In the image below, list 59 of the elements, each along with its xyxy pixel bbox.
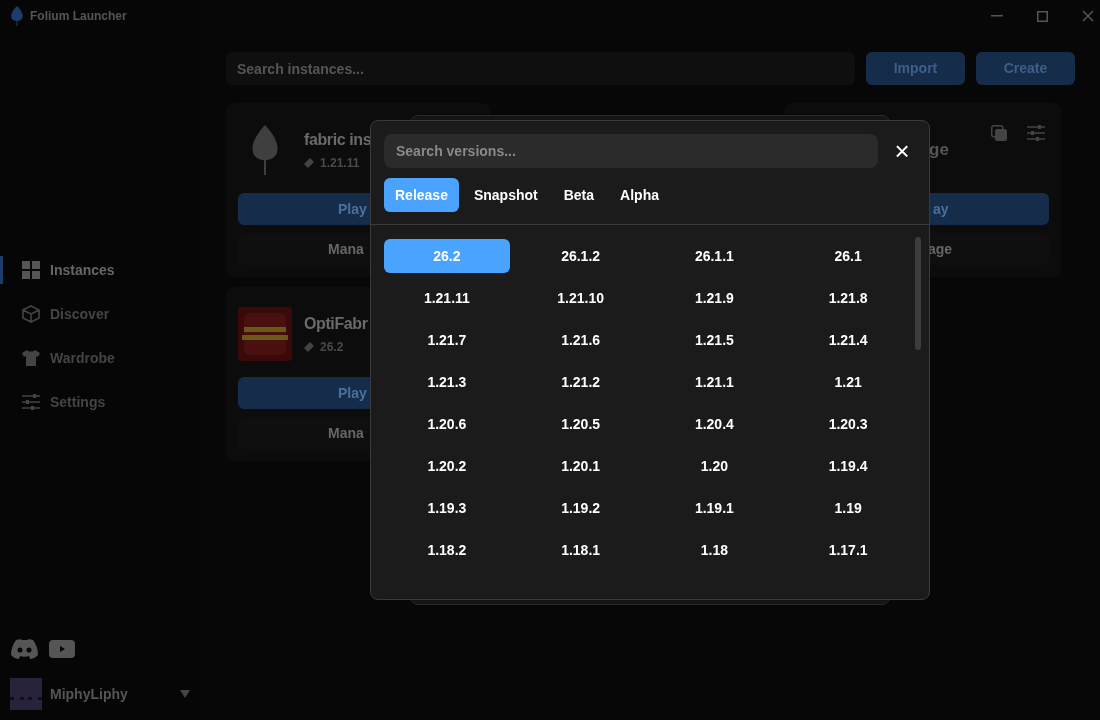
version-option[interactable]: 26.1.1	[651, 239, 778, 273]
copy-icon[interactable]	[991, 125, 1007, 141]
version-option[interactable]: 1.21.5	[651, 323, 778, 357]
version-option[interactable]: 1.19.3	[384, 491, 510, 525]
avatar[interactable]	[10, 678, 42, 710]
sliders-icon	[22, 394, 40, 410]
version-option[interactable]: 1.21.6	[517, 323, 644, 357]
maximize-icon[interactable]	[1037, 10, 1048, 22]
version-option[interactable]: 1.17.1	[785, 533, 911, 567]
version-option[interactable]: 1.21.11	[384, 281, 510, 315]
version-tab[interactable]: Beta	[552, 178, 606, 212]
close-button[interactable]: ×	[890, 139, 914, 163]
close-icon[interactable]	[1082, 10, 1094, 22]
version-option[interactable]: 1.19.1	[651, 491, 778, 525]
version-option[interactable]: 1.19.2	[517, 491, 644, 525]
shirt-icon	[22, 350, 40, 366]
instance-name: ge	[929, 139, 949, 161]
version-option[interactable]: 1.21.1	[651, 365, 778, 399]
version-option[interactable]: 26.1.2	[517, 239, 644, 273]
tag-icon	[304, 342, 314, 352]
version-option[interactable]: 1.21.10	[517, 281, 644, 315]
tag-icon	[304, 158, 314, 168]
version-option[interactable]: 1.18	[651, 533, 778, 567]
app-title: Folium Launcher	[30, 8, 127, 25]
scrollbar-thumb[interactable]	[915, 237, 921, 350]
instance-version: 1.21.11	[320, 155, 360, 172]
sliders-icon[interactable]	[1027, 125, 1045, 141]
grid-icon	[22, 261, 40, 279]
cube-icon	[22, 305, 40, 323]
version-option[interactable]: 1.20.1	[517, 449, 644, 483]
minimize-icon[interactable]	[991, 15, 1003, 17]
version-option[interactable]: 26.1	[785, 239, 911, 273]
version-option[interactable]: 1.21.4	[785, 323, 911, 357]
version-option[interactable]: 1.20.3	[785, 407, 911, 441]
version-option[interactable]: 1.18.2	[384, 533, 510, 567]
version-option[interactable]: 1.19.4	[785, 449, 911, 483]
version-option[interactable]: 1.20	[651, 449, 778, 483]
version-option[interactable]: 1.18.1	[517, 533, 644, 567]
version-search-field[interactable]: Search versions...	[384, 134, 878, 168]
version-option[interactable]: 1.20.4	[651, 407, 778, 441]
sidebar-item[interactable]: Instances	[0, 248, 200, 292]
instance-name: fabric ins	[304, 130, 372, 150]
version-tab[interactable]: Alpha	[609, 178, 670, 212]
instance-version: 26.2	[320, 339, 344, 356]
youtube-icon[interactable]	[49, 640, 75, 658]
caret-icon[interactable]	[180, 690, 190, 698]
leaf-logo-icon	[10, 6, 24, 26]
version-option[interactable]: 1.21	[785, 365, 911, 399]
version-option[interactable]: 1.21.8	[785, 281, 911, 315]
instance-name: OptiFabr	[304, 314, 368, 334]
version-option[interactable]: 1.21.2	[517, 365, 644, 399]
version-option[interactable]: 1.21.9	[651, 281, 778, 315]
version-option[interactable]: 1.21.7	[384, 323, 510, 357]
version-option[interactable]: 1.19	[785, 491, 911, 525]
version-option[interactable]: 1.20.5	[517, 407, 644, 441]
version-option[interactable]: 1.20.2	[384, 449, 510, 483]
discord-icon[interactable]	[10, 638, 39, 660]
leaf-icon	[250, 125, 280, 175]
search-field[interactable]: Search instances...	[226, 52, 855, 85]
